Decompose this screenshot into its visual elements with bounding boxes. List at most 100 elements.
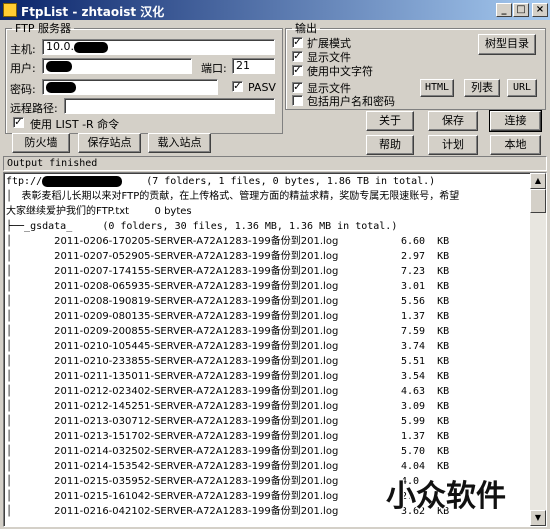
list-item: │ 2011-0210-233855-SERVER-A72A1283-199备份…: [6, 354, 449, 369]
ftp-server-group-title: FTP 服务器: [15, 22, 71, 35]
tree-folder-line: ├──_gsdata_ (0 folders, 30 files, 1.36 M…: [6, 221, 398, 232]
tree-branch-line: │: [6, 296, 55, 307]
maximize-button[interactable]: □: [513, 3, 529, 17]
redaction-mark: [42, 175, 123, 187]
user-input[interactable]: [42, 58, 192, 74]
window-title: FtpList - zhtaoist 汉化: [21, 5, 165, 19]
file-name: 2011-0206-170205-SERVER-A72A1283-199备份到2…: [54, 236, 339, 247]
password-label: 密码:: [10, 83, 36, 96]
pasv-checkbox[interactable]: ✓: [232, 81, 243, 92]
load-site-button[interactable]: 载入站点: [148, 133, 211, 153]
tree-root-summary: (7 folders, 1 files, 0 bytes, 1.86 TB in…: [146, 176, 436, 187]
list-item: │ 2011-0209-200855-SERVER-A72A1283-199备份…: [6, 324, 449, 339]
connect-button[interactable]: 连接: [489, 110, 542, 132]
scroll-down-arrow[interactable]: ▼: [530, 510, 546, 526]
tree-dir-button[interactable]: 树型目录: [478, 34, 536, 55]
html-button[interactable]: HTML: [420, 79, 454, 97]
about-button[interactable]: 关于: [366, 111, 414, 131]
host-input[interactable]: 10.0.: [42, 39, 275, 55]
option-checkbox-show-files-2[interactable]: ✓: [292, 82, 303, 93]
file-name: 2011-0213-151702-SERVER-A72A1283-199备份到2…: [54, 431, 339, 442]
option-checkbox-show-files[interactable]: ✓: [292, 51, 303, 62]
vertical-scrollbar[interactable]: ▲ ▼: [530, 173, 546, 526]
list-item: │ 2011-0212-023402-SERVER-A72A1283-199备份…: [6, 384, 449, 399]
url-button[interactable]: URL: [507, 79, 537, 97]
host-value: 10.0.: [46, 40, 74, 53]
list-item: │ 2011-0208-190819-SERVER-A72A1283-199备份…: [6, 294, 449, 309]
schedule-button[interactable]: 计划: [428, 135, 478, 155]
list-item: │ 2011-0214-032502-SERVER-A72A1283-199备份…: [6, 444, 449, 459]
redaction-mark: [46, 60, 72, 72]
list-item: │ 2011-0210-105445-SERVER-A72A1283-199备份…: [6, 339, 449, 354]
tree-branch-line: │: [6, 386, 55, 397]
port-label: 端口:: [201, 62, 227, 75]
tree-branch-line: │: [6, 431, 55, 442]
tree-branch-line: │: [6, 506, 55, 517]
scroll-thumb[interactable]: [530, 189, 546, 213]
file-name: 2011-0209-200855-SERVER-A72A1283-199备份到2…: [54, 326, 339, 337]
tree-branch-line: │: [6, 266, 55, 277]
list-item: │ 2011-0208-065935-SERVER-A72A1283-199备份…: [6, 279, 449, 294]
file-name: 2011-0216-042102-SERVER-A72A1283-199备份到2…: [54, 506, 339, 517]
file-size: 3.09 KB: [401, 401, 450, 412]
list-r-label: 使用 LIST -R 命令: [30, 118, 120, 131]
file-size: 5.70 KB: [401, 446, 450, 457]
tree-branch-line: │: [6, 371, 55, 382]
file-name: 2011-0215-035952-SERVER-A72A1283-199备份到2…: [54, 476, 339, 487]
option-checkbox-extended[interactable]: ✓: [292, 37, 303, 48]
file-size: 5.51 KB: [401, 356, 450, 367]
list-item: │ 2011-0213-151702-SERVER-A72A1283-199备份…: [6, 429, 449, 444]
tree-root-line: ftp:// (7 folders, 1 files, 0 bytes, 1.8…: [6, 174, 435, 189]
file-name: 2011-0211-135011-SERVER-A72A1283-199备份到2…: [54, 371, 339, 382]
status-bar: Output finished: [3, 156, 547, 171]
option-checkbox-chinese[interactable]: ✓: [292, 65, 303, 76]
list-r-checkbox[interactable]: ✓: [13, 117, 24, 128]
local-button[interactable]: 本地: [490, 135, 541, 155]
output-group-title: 输出: [295, 22, 317, 35]
save-button[interactable]: 保存: [428, 111, 478, 131]
minimize-button[interactable]: _: [496, 3, 512, 17]
option-checkbox-include-credentials[interactable]: [292, 95, 303, 106]
user-label: 用户:: [10, 62, 36, 75]
list-item: │ 2011-0213-030712-SERVER-A72A1283-199备份…: [6, 414, 449, 429]
file-name: 2011-0207-174155-SERVER-A72A1283-199备份到2…: [54, 266, 339, 277]
tree-notice-line-2: 大家继续爱护我们的FTP.txt 0 bytes: [6, 206, 192, 217]
help-button[interactable]: 帮助: [366, 135, 414, 155]
tree-branch-line: │: [6, 341, 55, 352]
remote-path-label: 远程路径:: [10, 102, 58, 115]
scroll-up-arrow[interactable]: ▲: [530, 173, 546, 189]
watermark-logo: 小众软件: [386, 479, 506, 514]
list-button[interactable]: 列表: [464, 79, 500, 97]
file-name: 2011-0208-065935-SERVER-A72A1283-199备份到2…: [54, 281, 339, 292]
file-size: 6.60 KB: [401, 236, 450, 247]
file-name: 2011-0209-080135-SERVER-A72A1283-199备份到2…: [54, 311, 339, 322]
port-input[interactable]: 21: [232, 58, 275, 74]
save-site-button[interactable]: 保存站点: [78, 133, 141, 153]
tree-branch-line: │: [6, 236, 55, 247]
firewall-button[interactable]: 防火墙: [12, 133, 70, 153]
password-input[interactable]: [42, 79, 218, 95]
file-size: 1.37 KB: [401, 311, 450, 322]
file-size: 5.99 KB: [401, 416, 450, 427]
list-item: │ 2011-0206-170205-SERVER-A72A1283-199备份…: [6, 234, 449, 249]
file-size: 7.23 KB: [401, 266, 450, 277]
file-name: 2011-0207-052905-SERVER-A72A1283-199备份到2…: [54, 251, 339, 262]
tree-branch-line: │: [6, 251, 55, 262]
title-bar: FtpList - zhtaoist 汉化 _ □ ×: [0, 0, 550, 20]
file-name: 2011-0215-161042-SERVER-A72A1283-199备份到2…: [54, 491, 339, 502]
list-item: │ 2011-0207-052905-SERVER-A72A1283-199备份…: [6, 249, 449, 264]
list-item: │ 2011-0207-174155-SERVER-A72A1283-199备份…: [6, 264, 449, 279]
tree-branch-line: │: [6, 281, 55, 292]
tree-branch-line: │: [6, 476, 55, 487]
tree-branch-line: │: [6, 446, 55, 457]
list-item: │ 2011-0212-145251-SERVER-A72A1283-199备份…: [6, 399, 449, 414]
file-size: 3.54 KB: [401, 371, 450, 382]
file-name: 2011-0210-233855-SERVER-A72A1283-199备份到2…: [54, 356, 339, 367]
remote-path-input[interactable]: [64, 98, 275, 114]
close-button[interactable]: ×: [532, 3, 548, 17]
app-icon: [3, 3, 17, 17]
tree-branch-line: │: [6, 356, 55, 367]
file-name: 2011-0208-190819-SERVER-A72A1283-199备份到2…: [54, 296, 339, 307]
tree-branch-line: │: [6, 311, 55, 322]
tree-notice-line-1: │ 表彰麦稻儿长期以来对FTP的贡献，在上传格式、管理方面的精益求精，奖励专属无…: [6, 191, 460, 202]
